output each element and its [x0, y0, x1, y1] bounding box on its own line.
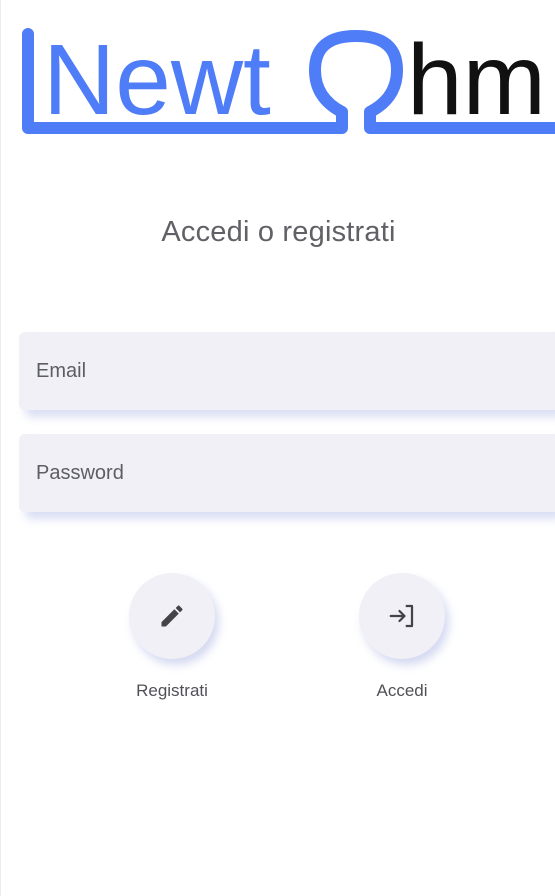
login-button[interactable]: [359, 573, 445, 659]
pencil-icon: [161, 605, 183, 627]
login-label: Accedi: [376, 681, 428, 700]
password-input[interactable]: [36, 434, 555, 512]
logo-hm-text: hm: [407, 24, 546, 136]
login-page: Newt hm Accedi o registrati Registrati A…: [0, 0, 555, 896]
register-action: Registrati: [112, 573, 232, 701]
page-subtitle: Accedi o registrati: [161, 216, 396, 248]
logo-newt-text: Newt: [43, 24, 271, 136]
register-button[interactable]: [129, 573, 215, 659]
login-arrow-icon: [389, 604, 414, 628]
newtohm-logo: Newt hm: [19, 24, 555, 140]
register-label: Registrati: [136, 681, 208, 700]
email-field[interactable]: [19, 332, 555, 410]
password-field[interactable]: [19, 434, 555, 512]
email-input[interactable]: [36, 332, 555, 410]
login-action: Accedi: [342, 573, 462, 701]
